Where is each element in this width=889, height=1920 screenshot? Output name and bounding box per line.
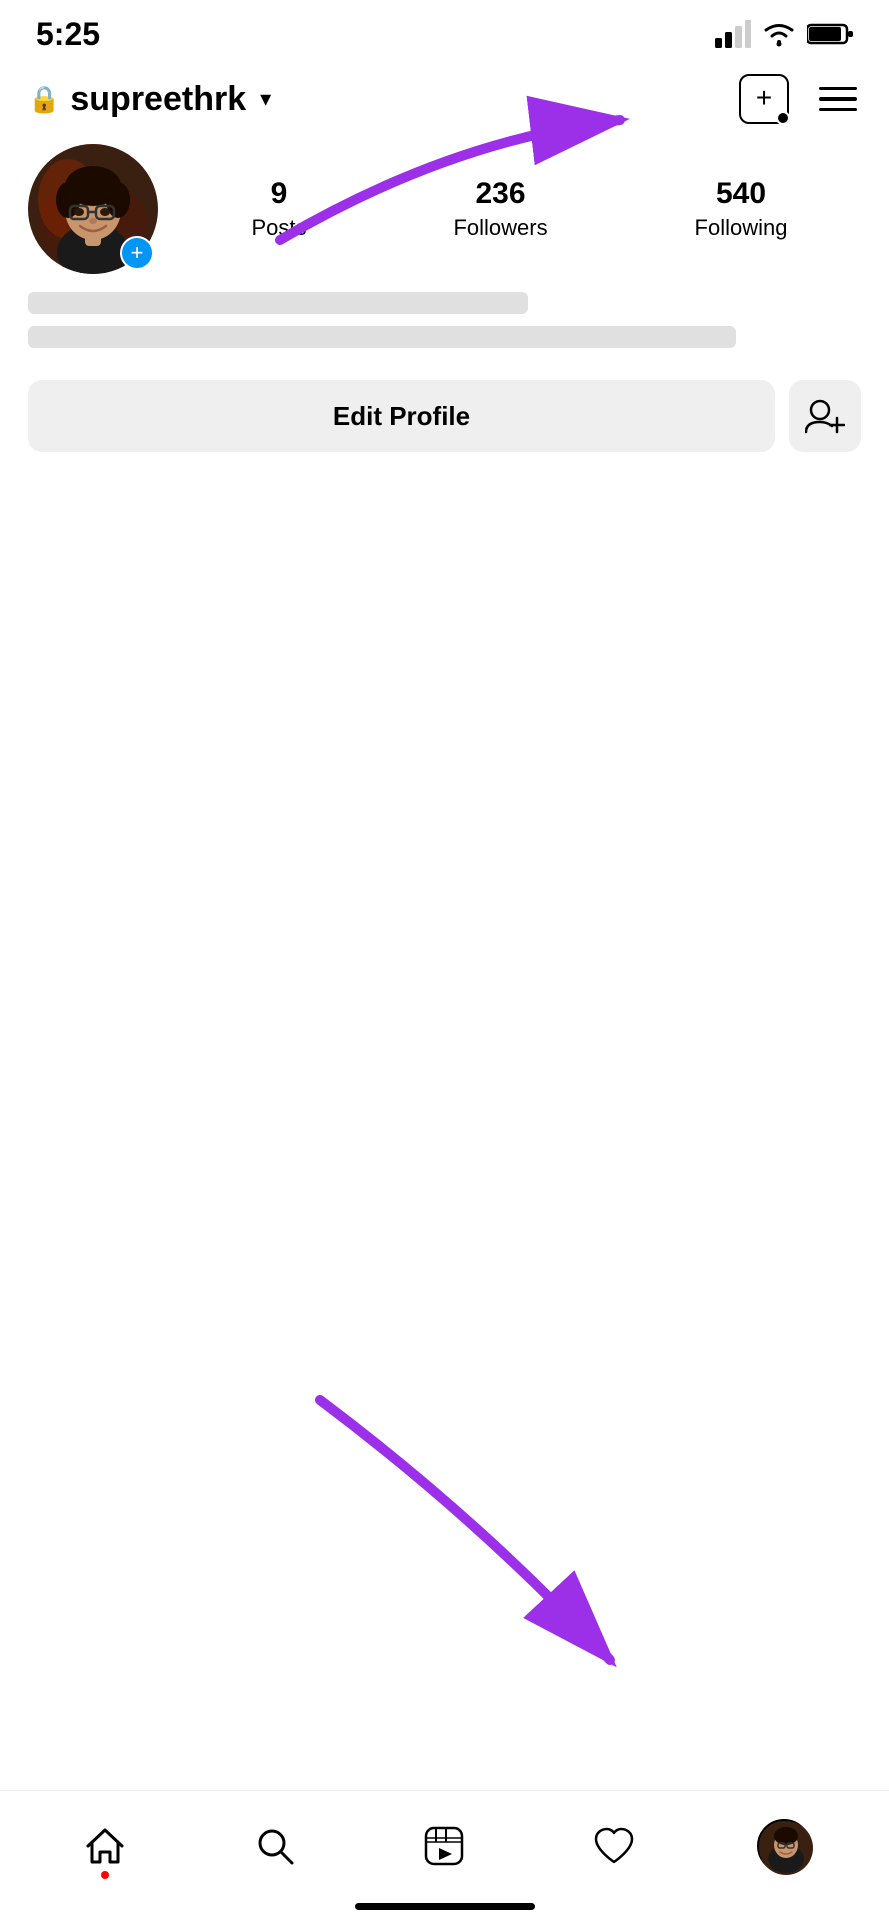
add-story-button[interactable]: + (120, 236, 154, 270)
nav-avatar-image (759, 1821, 813, 1875)
add-friend-button[interactable] (789, 380, 861, 452)
search-icon (253, 1824, 297, 1868)
bio-section (0, 274, 889, 370)
following-label: Following (695, 215, 788, 241)
nav-profile[interactable] (749, 1811, 819, 1881)
followers-label: Followers (453, 215, 547, 241)
posts-stat[interactable]: 9 Posts (251, 177, 306, 241)
status-icons (715, 20, 853, 48)
signal-icon (715, 20, 751, 48)
stats-row: 9 Posts 236 Followers 540 Following (178, 177, 861, 241)
action-buttons: Edit Profile (0, 370, 889, 472)
profile-section: + 9 Posts 236 Followers 540 Following (0, 134, 889, 274)
wifi-icon (761, 20, 797, 48)
annotation-arrow-bottom (240, 1380, 660, 1700)
dropdown-chevron[interactable]: ▾ (260, 86, 271, 112)
username-label[interactable]: supreethrk (70, 80, 246, 119)
hamburger-line-1 (819, 87, 857, 91)
nav-search[interactable] (240, 1811, 310, 1881)
status-bar: 5:25 (0, 0, 889, 60)
profile-avatar-nav[interactable] (757, 1819, 811, 1873)
battery-icon (807, 22, 853, 46)
add-post-button[interactable]: + (739, 74, 789, 124)
following-stat[interactable]: 540 Following (695, 177, 788, 241)
nav-home[interactable] (70, 1811, 140, 1881)
followers-count: 236 (475, 177, 525, 211)
header-right: + (739, 74, 861, 124)
home-indicator (355, 1903, 535, 1910)
posts-label: Posts (251, 215, 306, 241)
bottom-nav (0, 1790, 889, 1920)
followers-stat[interactable]: 236 Followers (453, 177, 547, 241)
heart-icon (592, 1824, 636, 1868)
profile-info-row: + 9 Posts 236 Followers 540 Following (28, 144, 861, 274)
nav-activity[interactable] (579, 1811, 649, 1881)
home-dot (101, 1871, 109, 1879)
lock-icon: 🔒 (28, 84, 60, 115)
edit-profile-button[interactable]: Edit Profile (28, 380, 775, 452)
add-friend-icon (805, 398, 845, 434)
reels-icon (422, 1824, 466, 1868)
nav-reels[interactable] (409, 1811, 479, 1881)
menu-button[interactable] (815, 83, 861, 116)
corner-dot (776, 111, 790, 125)
header-left: 🔒 supreethrk ▾ (28, 80, 271, 119)
status-time: 5:25 (36, 16, 100, 53)
header: 🔒 supreethrk ▾ + (0, 60, 889, 134)
hamburger-line-3 (819, 108, 857, 112)
following-count: 540 (716, 177, 766, 211)
home-icon (83, 1824, 127, 1868)
hamburger-line-2 (819, 97, 857, 101)
avatar-container[interactable]: + (28, 144, 158, 274)
bio-line-2 (28, 326, 736, 348)
posts-count: 9 (271, 177, 288, 211)
plus-icon: + (756, 84, 772, 112)
bio-line-1 (28, 292, 528, 314)
